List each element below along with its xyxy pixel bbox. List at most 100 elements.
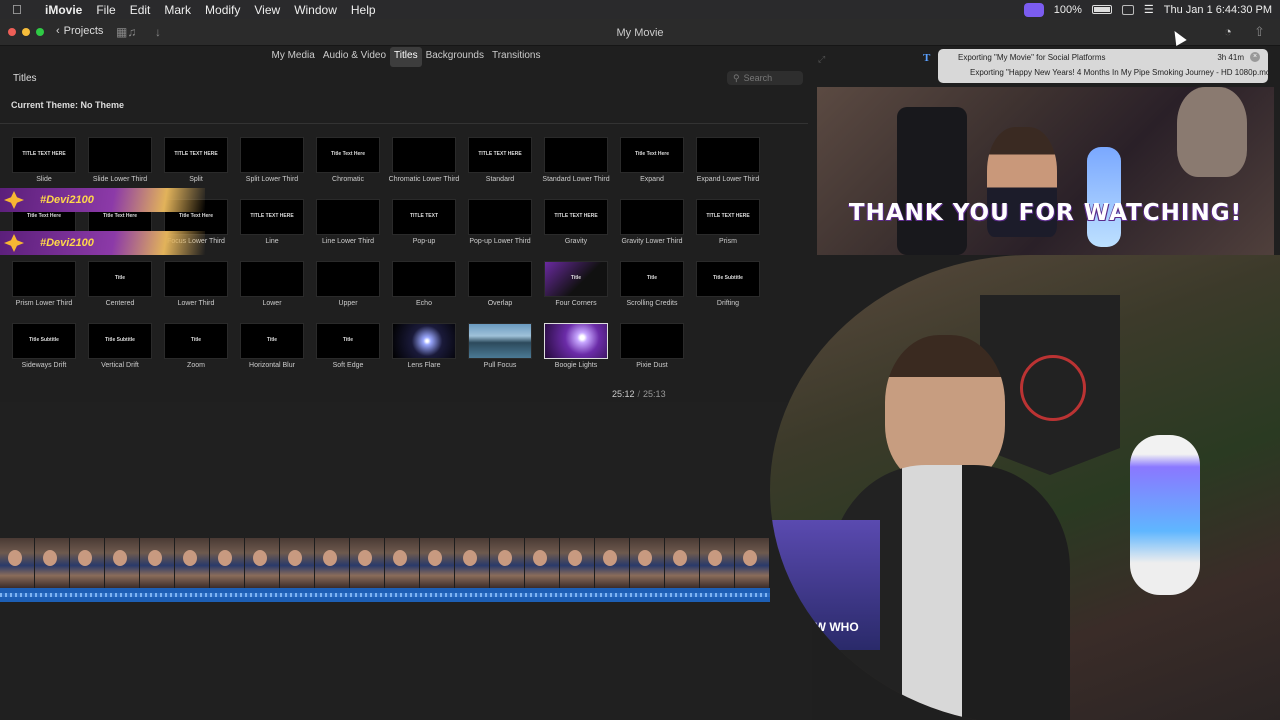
window-titlebar: ‹ Projects ▦♫ ↓ My Movie ◔ ⇧ <box>0 19 1280 46</box>
title-tile[interactable]: TITLE TEXT HERE Slide <box>0 137 76 193</box>
menu-edit[interactable]: Edit <box>130 3 151 17</box>
title-tile[interactable]: Prism Lower Third <box>0 261 76 317</box>
product-box-text: U KNOW WHO <box>776 620 859 634</box>
title-tile[interactable]: Upper <box>304 261 380 317</box>
audio-waveform[interactable] <box>0 588 770 602</box>
menu-view[interactable]: View <box>254 3 280 17</box>
share-icon[interactable]: ⇧ <box>1254 24 1265 40</box>
title-thumbnail <box>468 261 532 297</box>
title-tile[interactable]: Title Four Corners <box>532 261 608 317</box>
menu-mark[interactable]: Mark <box>164 3 191 17</box>
battery-icon[interactable] <box>1091 5 1112 14</box>
crop-icon[interactable]: ⤢ <box>818 54 825 65</box>
title-label: Split <box>189 176 203 183</box>
export-progress-icon[interactable]: ◔ <box>1224 24 1232 39</box>
star-icon <box>4 234 24 252</box>
title-thumbnail <box>88 137 152 173</box>
title-thumbnail <box>12 261 76 297</box>
menu-window[interactable]: Window <box>294 3 337 17</box>
video-viewer[interactable]: THANK YOU FOR WATCHING! <box>817 87 1274 255</box>
product-box: U KNOW WHO <box>770 520 880 650</box>
title-tile[interactable]: Title Scrolling Credits <box>608 261 684 317</box>
title-label: Vertical Drift <box>101 362 139 369</box>
title-tile[interactable]: Gravity Lower Third <box>608 199 684 255</box>
clip-frame <box>315 538 350 588</box>
title-tool-icon[interactable]: T <box>923 52 930 64</box>
title-tile[interactable]: Line Lower Third <box>304 199 380 255</box>
clip-frame <box>385 538 420 588</box>
title-tile[interactable]: TITLE TEXT Pop-up <box>380 199 456 255</box>
title-tile[interactable]: TITLE TEXT HERE Gravity <box>532 199 608 255</box>
tab-transitions[interactable]: Transitions <box>488 47 545 67</box>
title-label: Gravity <box>564 238 588 245</box>
title-tile[interactable]: TITLE TEXT HERE Prism <box>684 199 760 255</box>
title-label: Soft Edge <box>332 362 364 369</box>
tab-my-media[interactable]: My Media <box>267 47 318 67</box>
title-tile[interactable]: Pixie Dust <box>608 323 684 379</box>
title-label: Sideways Drift <box>21 362 67 369</box>
cancel-export-icon[interactable]: × <box>1250 52 1260 62</box>
title-tile[interactable]: Chromatic Lower Third <box>380 137 459 193</box>
menu-file[interactable]: File <box>96 3 115 17</box>
title-tile[interactable]: Overlap <box>456 261 532 317</box>
tab-backgrounds[interactable]: Backgrounds <box>422 47 488 67</box>
clip-frame <box>665 538 700 588</box>
battery-percent: 100% <box>1053 3 1082 16</box>
title-tile[interactable]: Boogie Lights <box>532 323 608 379</box>
title-label: Expand Lower Third <box>696 176 760 183</box>
title-tile[interactable]: Title Soft Edge <box>304 323 380 379</box>
export-line-2: Exporting "Happy New Years! 4 Months In … <box>970 68 1268 77</box>
title-thumbnail <box>240 261 304 297</box>
title-tile[interactable]: Title Zoom <box>152 323 228 379</box>
title-tile[interactable]: TITLE TEXT HERE Split <box>152 137 228 193</box>
title-tile[interactable]: Pull Focus <box>456 323 532 379</box>
title-tile[interactable]: TITLE TEXT HERE Line <box>228 199 304 255</box>
title-thumbnail <box>240 137 304 173</box>
title-tile[interactable]: Title Text Here Chromatic <box>304 137 380 193</box>
menu-app[interactable]: iMovie <box>45 3 82 17</box>
title-tile[interactable]: Pop-up Lower Third <box>456 199 532 255</box>
title-thumbnail: Title <box>164 323 228 359</box>
title-thumbnail: TITLE TEXT HERE <box>696 199 760 235</box>
title-tile[interactable]: Expand Lower Third <box>684 137 760 193</box>
clip-frame <box>175 538 210 588</box>
screen-recording-icon[interactable] <box>1023 2 1044 17</box>
window-title: My Movie <box>616 27 664 39</box>
display-icon[interactable] <box>1121 4 1134 15</box>
tab-titles[interactable]: Titles <box>390 47 422 67</box>
title-label: Pull Focus <box>483 362 517 369</box>
apple-icon[interactable]:  <box>12 2 28 17</box>
title-tile[interactable]: Echo <box>380 261 456 317</box>
title-tile[interactable]: Title Horizontal Blur <box>228 323 304 379</box>
stream-tag-text: #Devi2100 <box>40 237 94 249</box>
control-center-icon[interactable]: ☰ <box>1144 3 1154 16</box>
video-clip[interactable] <box>0 538 770 588</box>
title-tile[interactable]: Title Subtitle Sideways Drift <box>0 323 76 379</box>
title-thumbnail: Title <box>240 323 304 359</box>
menu-modify[interactable]: Modify <box>205 3 240 17</box>
title-label: Split Lower Third <box>245 176 299 183</box>
title-tile[interactable]: Title Subtitle Drifting <box>684 261 760 317</box>
title-tile[interactable]: Lens Flare <box>380 323 456 379</box>
clip-frame <box>560 538 595 588</box>
title-thumbnail: Title Text Here <box>316 137 380 173</box>
title-tile[interactable]: Slide Lower Third <box>76 137 152 193</box>
screen:  iMovie File Edit Mark Modify View Wind… <box>0 0 1280 720</box>
search-input[interactable]: ⚲ Search <box>727 71 803 85</box>
title-thumbnail <box>620 199 684 235</box>
clock[interactable]: Thu Jan 1 6:44:30 PM <box>1164 4 1272 16</box>
title-thumbnail <box>468 323 532 359</box>
title-tile[interactable]: Title Centered <box>76 261 152 317</box>
title-tile[interactable]: Lower <box>228 261 304 317</box>
title-tile[interactable]: Title Subtitle Vertical Drift <box>76 323 152 379</box>
menu-help[interactable]: Help <box>351 3 376 17</box>
title-label: Upper <box>338 300 358 307</box>
title-label: Chromatic Lower Third <box>388 176 460 183</box>
tab-audio-video[interactable]: Audio & Video <box>319 47 390 67</box>
title-tile[interactable]: Standard Lower Third <box>532 137 610 193</box>
title-tile[interactable]: TITLE TEXT HERE Standard <box>456 137 532 193</box>
title-tile[interactable]: Title Text Here Expand <box>608 137 684 193</box>
title-tile[interactable]: Lower Third <box>152 261 228 317</box>
title-thumbnail <box>620 323 684 359</box>
title-tile[interactable]: Split Lower Third <box>228 137 304 193</box>
